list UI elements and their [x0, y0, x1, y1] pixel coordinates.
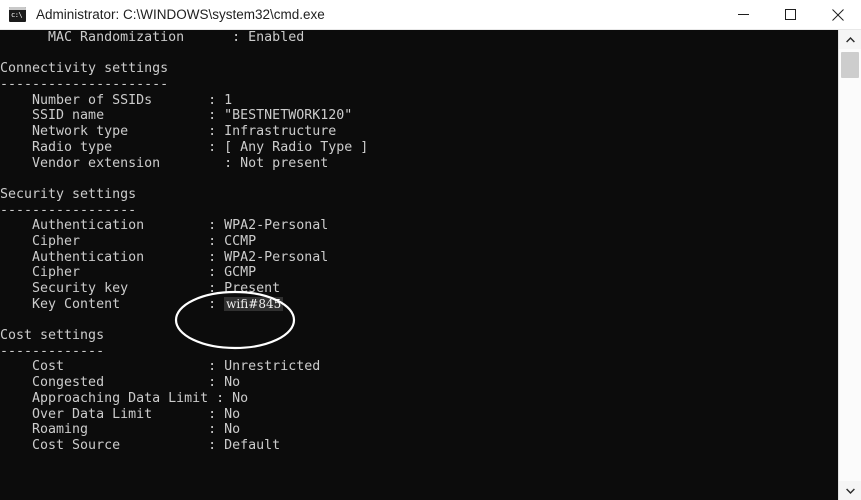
cmd-icon-glyph: c:\: [11, 11, 23, 19]
console-line: Approaching Data Limit : No: [0, 390, 249, 406]
cmd-window: c:\ Administrator: C:\WINDOWS\system32\c…: [0, 0, 861, 500]
maximize-button[interactable]: [767, 0, 814, 30]
window-title: Administrator: C:\WINDOWS\system32\cmd.e…: [36, 7, 325, 22]
key-content-value: wifi#845: [224, 296, 284, 311]
scrollbar-down-button[interactable]: [839, 481, 861, 500]
chevron-down-icon: [845, 488, 855, 494]
window-controls: [720, 0, 861, 30]
console-line: Authentication : WPA2-Personal: [0, 218, 329, 234]
console-line: Authentication : WPA2-Personal: [0, 249, 329, 265]
chevron-up-icon: [845, 36, 855, 42]
console-line: Security key : Present: [0, 281, 281, 296]
console-line: SSID name : "BESTNETWORK120": [0, 108, 353, 124]
console-line: -----------------: [0, 202, 137, 218]
console-output-area[interactable]: MAC Randomization : Enabled Connectivity…: [0, 30, 838, 500]
console-line: MAC Randomization : Enabled: [0, 30, 305, 45]
title-bar[interactable]: c:\ Administrator: C:\WINDOWS\system32\c…: [0, 0, 861, 30]
minimize-icon: [738, 14, 749, 15]
console-line: Cipher : GCMP: [0, 265, 257, 281]
maximize-icon: [785, 9, 796, 20]
vertical-scrollbar[interactable]: [838, 30, 861, 500]
console-line: -------------: [0, 343, 105, 359]
console-line: Over Data Limit : No: [0, 406, 241, 422]
console-line: Security settings: [0, 186, 137, 202]
close-icon: [831, 8, 844, 21]
console-line: Cost Source : Default: [0, 437, 281, 453]
title-bar-left: c:\ Administrator: C:\WINDOWS\system32\c…: [0, 0, 720, 29]
scrollbar-thumb[interactable]: [841, 52, 859, 78]
console-text: MAC Randomization : Enabled Connectivity…: [0, 30, 368, 500]
console-line: Key Content : wifi#845: [0, 296, 284, 312]
console-line: Cost settings: [0, 328, 105, 344]
console-line: Congested : No: [0, 375, 241, 391]
console-line: Roaming : No: [0, 422, 241, 438]
scrollbar-up-button[interactable]: [839, 30, 861, 49]
console-line: Cipher : CCMP: [0, 233, 257, 249]
console-line: Radio type : [ Any Radio Type ]: [0, 139, 369, 155]
minimize-button[interactable]: [720, 0, 767, 30]
console-line: Connectivity settings: [0, 61, 169, 77]
console-line: Cost : Unrestricted: [0, 359, 321, 375]
console-line: Network type : Infrastructure: [0, 124, 337, 140]
console-line: Vendor extension : Not present: [0, 155, 329, 171]
cmd-icon: c:\: [9, 7, 26, 22]
console-line: ---------------------: [0, 77, 169, 93]
console-line: Number of SSIDs : 1: [0, 92, 233, 108]
cmd-icon-bar: [9, 7, 26, 10]
close-button[interactable]: [814, 0, 861, 30]
scrollbar-track[interactable]: [839, 49, 861, 481]
